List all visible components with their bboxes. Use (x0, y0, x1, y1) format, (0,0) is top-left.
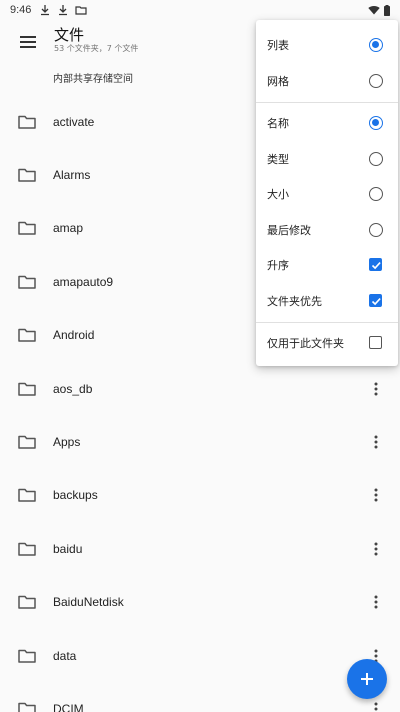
folder-icon (18, 595, 36, 609)
file-name: Alarms (53, 168, 91, 183)
file-name: BaiduNetdisk (53, 595, 124, 610)
more-options-button[interactable] (366, 590, 386, 614)
radio-button[interactable] (368, 73, 384, 89)
folder-icon (18, 115, 36, 129)
checkmark-icon (371, 297, 381, 305)
file-name: backups (53, 488, 98, 503)
more-options-button[interactable] (366, 377, 386, 401)
menu-divider (256, 322, 398, 323)
menu-item-sort[interactable]: 最后修改 (256, 213, 398, 247)
file-row[interactable]: data (0, 629, 400, 682)
view-options-menu: 列表网格名称类型大小最后修改升序文件夹优先仅用于此文件夹 (256, 20, 398, 366)
folder-icon (18, 542, 36, 556)
radio-button[interactable] (368, 222, 384, 238)
wifi-icon (368, 5, 380, 15)
menu-item-label: 网格 (267, 74, 289, 88)
more-vert-icon (374, 542, 378, 556)
hamburger-menu-icon (20, 36, 36, 48)
menu-button[interactable] (14, 28, 42, 56)
file-row[interactable]: baidu (0, 522, 400, 575)
file-name: aos_db (53, 381, 93, 396)
menu-item-layout[interactable]: 网格 (256, 64, 398, 98)
menu-item-sort[interactable]: 大小 (256, 177, 398, 211)
folder-outline-icon (75, 6, 88, 15)
breadcrumb-storage[interactable]: 内部共享存储空间 (53, 70, 133, 85)
menu-item-label: 列表 (267, 39, 289, 52)
folder-icon (18, 702, 36, 712)
more-vert-icon (374, 595, 378, 609)
folder-icon (18, 382, 36, 396)
checkbox[interactable] (368, 335, 384, 351)
more-options-button[interactable] (366, 483, 386, 507)
file-name: baidu (53, 541, 83, 556)
menu-item-folder-only[interactable]: 仅用于此文件夹 (256, 326, 398, 360)
menu-item-sort[interactable]: 类型 (256, 142, 398, 176)
folder-icon (18, 329, 36, 342)
menu-item-label: 仅用于此文件夹 (267, 337, 344, 350)
menu-item-sort[interactable]: 名称 (256, 106, 398, 140)
more-vert-icon (374, 702, 378, 711)
more-vert-icon (374, 435, 378, 449)
folder-icon (18, 489, 36, 503)
menu-divider (256, 102, 398, 103)
more-vert-icon (374, 488, 378, 502)
folder-icon (18, 649, 36, 663)
menu-item-label: 文件夹优先 (267, 294, 322, 308)
download-icon (41, 5, 50, 16)
file-row[interactable]: DCIM (0, 682, 400, 712)
folder-icon (18, 275, 36, 289)
file-name: amap (53, 221, 84, 236)
folder-icon (18, 435, 36, 449)
menu-item-toggle[interactable]: 文件夹优先 (256, 284, 398, 318)
menu-item-toggle[interactable]: 升序 (256, 248, 398, 282)
file-name: data (53, 648, 77, 663)
file-row[interactable]: backups (0, 469, 400, 522)
menu-item-label: 大小 (267, 188, 289, 201)
add-fab-button[interactable] (347, 659, 387, 699)
folder-icon (18, 168, 36, 182)
download-icon (59, 5, 68, 16)
more-options-button[interactable] (366, 430, 386, 454)
menu-item-label: 类型 (267, 152, 289, 166)
menu-item-label: 升序 (267, 259, 289, 272)
status-bar: 9:46 (0, 0, 400, 20)
more-options-button[interactable] (366, 537, 386, 561)
page-title: 文件 (54, 26, 85, 44)
menu-item-layout[interactable]: 列表 (256, 28, 398, 62)
radio-button[interactable] (368, 151, 384, 167)
checkmark-icon (371, 262, 381, 270)
file-name: activate (53, 114, 95, 129)
file-row[interactable]: Apps (0, 415, 400, 468)
folder-icon (18, 222, 36, 236)
more-vert-icon (374, 382, 378, 396)
folder-summary: 53 个文件夹，7 个文件 (54, 44, 139, 53)
file-name: Apps (53, 435, 81, 450)
radio-button[interactable] (368, 186, 384, 202)
radio-button[interactable] (368, 37, 384, 53)
menu-item-label: 最后修改 (267, 223, 311, 237)
file-name: amapauto9 (53, 274, 114, 289)
plus-icon (361, 673, 373, 685)
menu-item-label: 名称 (267, 117, 289, 130)
file-row[interactable]: aos_db (0, 362, 400, 415)
more-options-button[interactable] (366, 697, 386, 712)
file-name: Android (53, 328, 95, 343)
radio-button[interactable] (368, 115, 384, 131)
checkbox[interactable] (368, 293, 384, 309)
file-name: DCIM (53, 701, 84, 712)
status-time: 9:46 (10, 4, 32, 16)
checkbox[interactable] (368, 257, 384, 273)
battery-icon (384, 4, 390, 16)
file-row[interactable]: BaiduNetdisk (0, 576, 400, 629)
